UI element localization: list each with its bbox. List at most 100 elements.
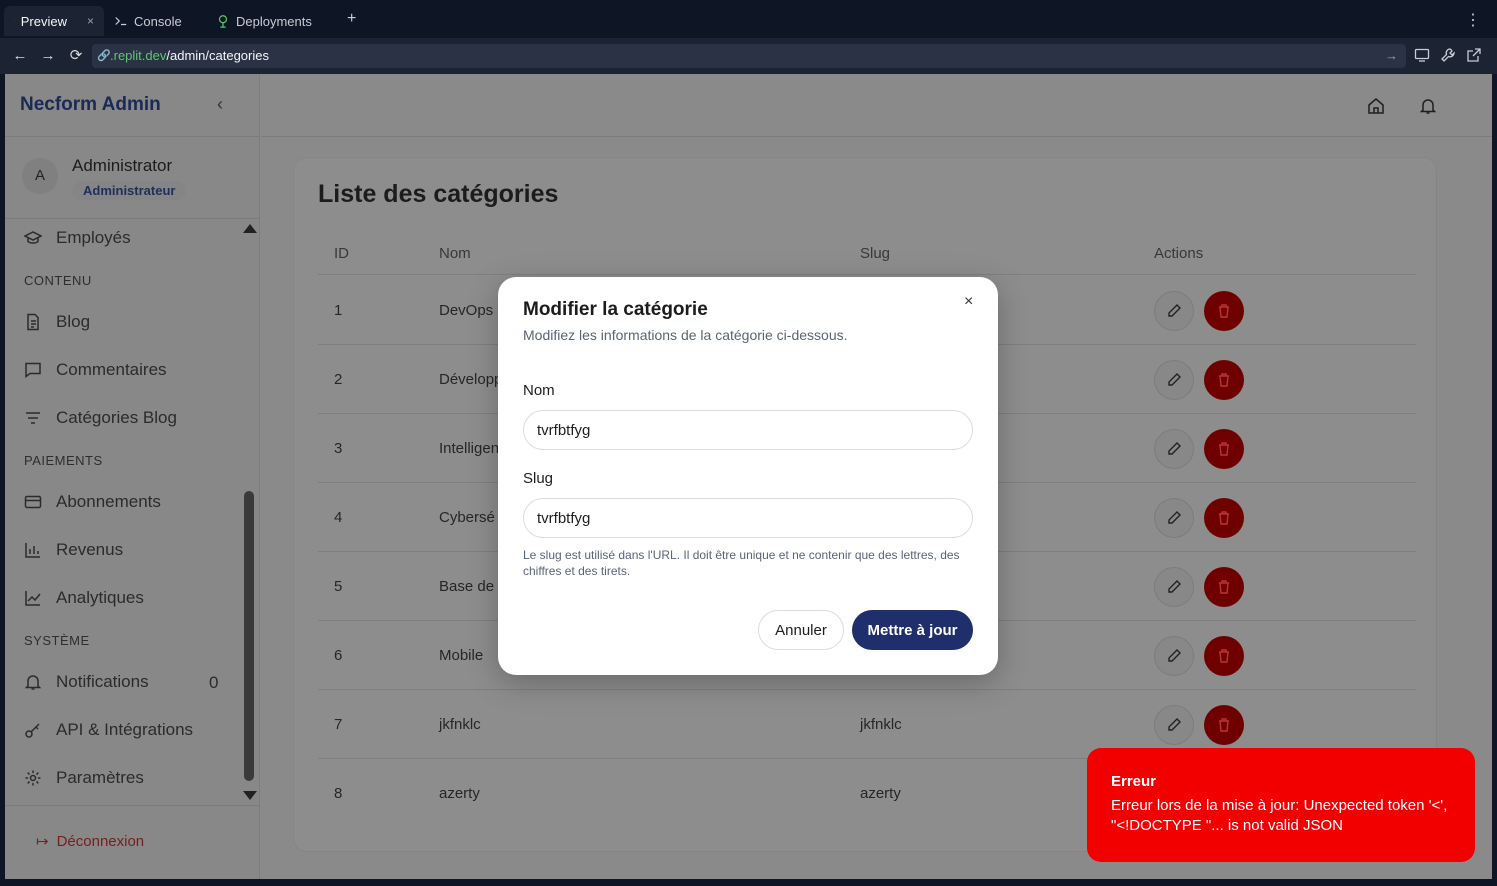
- back-icon[interactable]: ←: [11, 47, 29, 65]
- sidebar-item-label: Commentaires: [56, 360, 167, 379]
- sidebar-item-analytiques[interactable]: Analytiques: [24, 588, 144, 608]
- trash-icon: [1219, 649, 1229, 663]
- tab-label: Deployments: [236, 13, 312, 29]
- toast-message: Erreur lors de la mise à jour: Unexpecte…: [1111, 797, 1448, 834]
- delete-button[interactable]: [1204, 291, 1244, 331]
- sidebar-item-employes[interactable]: Employés: [24, 228, 131, 248]
- error-toast: Erreur Erreur lors de la mise à jour: Un…: [1087, 748, 1475, 862]
- tab-preview[interactable]: Preview ×: [4, 6, 104, 36]
- pencil-icon: [1168, 304, 1181, 317]
- edit-button[interactable]: [1154, 291, 1194, 331]
- sidebar-item-abonnements[interactable]: Abonnements: [24, 492, 161, 512]
- url-field[interactable]: 🔗 .replit.dev/admin/categories →: [92, 44, 1406, 68]
- browser-tab-bar: Preview × Console Deployments + ⋮: [0, 0, 1497, 38]
- bell-icon: [24, 675, 42, 690]
- deploy-icon: [218, 15, 228, 28]
- sidebar-scrollbar-thumb[interactable]: [244, 491, 254, 781]
- cell-id: 5: [334, 578, 343, 595]
- edit-button[interactable]: [1154, 429, 1194, 469]
- close-icon[interactable]: ×: [87, 14, 94, 28]
- sidebar-item-api-integrations[interactable]: API & Intégrations: [24, 720, 193, 740]
- table-header: ID Nom Slug Actions: [318, 228, 1416, 275]
- sidebar-item-label: Notifications: [56, 672, 149, 691]
- bar-chart-icon: [25, 543, 40, 558]
- sidebar-item-label: Abonnements: [56, 492, 161, 511]
- delete-button[interactable]: [1204, 567, 1244, 607]
- forward-icon[interactable]: →: [39, 47, 57, 65]
- bell-icon[interactable]: [1419, 97, 1437, 115]
- pencil-icon: [1168, 580, 1181, 593]
- update-button[interactable]: Mettre à jour: [852, 610, 973, 650]
- pencil-icon: [1168, 649, 1181, 662]
- user-name: Administrator: [72, 156, 173, 175]
- scroll-up-arrow[interactable]: [243, 224, 257, 233]
- logout-button[interactable]: ↦ Déconnexion: [36, 832, 144, 851]
- reload-icon[interactable]: ⟳: [67, 47, 85, 65]
- delete-button[interactable]: [1204, 498, 1244, 538]
- trash-icon: [1219, 580, 1229, 594]
- pencil-icon: [1168, 718, 1181, 731]
- home-icon[interactable]: [1367, 97, 1385, 115]
- sidebar-item-label: Employés: [56, 228, 131, 247]
- sidebar-item-commentaires[interactable]: Commentaires: [24, 360, 167, 380]
- cell-id: 8: [334, 785, 343, 802]
- toast-title: Erreur: [1111, 773, 1157, 790]
- sidebar-item-notifications[interactable]: Notifications: [24, 672, 149, 692]
- sidebar-item-revenus[interactable]: Revenus: [24, 540, 123, 560]
- comment-icon: [25, 362, 41, 378]
- brand-title: Necform Admin: [20, 94, 161, 115]
- tab-console[interactable]: Console: [104, 6, 192, 36]
- column-header-nom: Nom: [439, 245, 471, 262]
- dialog-subtitle: Modifiez les informations de la catégori…: [523, 327, 848, 343]
- notifications-count: 0: [209, 673, 219, 692]
- card-icon: [24, 495, 42, 509]
- delete-button[interactable]: [1204, 429, 1244, 469]
- edit-button[interactable]: [1154, 360, 1194, 400]
- sidebar-item-blog[interactable]: Blog: [24, 312, 90, 332]
- cell-slug: jkfnklc: [860, 716, 902, 733]
- cell-name: Développ: [439, 371, 503, 388]
- cell-name: Mobile: [439, 647, 484, 664]
- column-header-actions: Actions: [1154, 245, 1204, 262]
- sidebar-item-label: Analytiques: [56, 588, 144, 607]
- address-bar: ← → ⟳ 🔗 .replit.dev/admin/categories →: [0, 38, 1497, 74]
- delete-button[interactable]: [1204, 636, 1244, 676]
- external-link-icon[interactable]: [1466, 47, 1482, 63]
- url-domain: .replit.dev: [110, 48, 167, 63]
- more-menu-icon[interactable]: ⋮: [1465, 10, 1481, 30]
- delete-button[interactable]: [1204, 360, 1244, 400]
- tab-label: Preview: [20, 13, 67, 29]
- sidebar: Necform Admin ‹ A Administrator Administ…: [5, 74, 260, 879]
- sidebar-item-categories-blog[interactable]: Catégories Blog: [24, 408, 177, 428]
- cancel-button[interactable]: Annuler: [758, 610, 844, 650]
- line-chart-icon: [25, 591, 41, 606]
- edit-button[interactable]: [1154, 705, 1194, 745]
- column-header-id: ID: [334, 245, 349, 262]
- divider: [5, 805, 260, 806]
- go-arrow-icon[interactable]: →: [1385, 44, 1398, 68]
- terminal-icon: [115, 17, 127, 26]
- scroll-down-arrow[interactable]: [243, 791, 257, 800]
- trash-icon: [1219, 442, 1229, 456]
- sidebar-item-label: Paramètres: [56, 768, 144, 787]
- tab-label: Console: [134, 13, 182, 29]
- page-title: Liste des catégories: [318, 180, 559, 208]
- gear-icon: [25, 770, 41, 786]
- devices-icon[interactable]: [1414, 47, 1430, 63]
- edit-button[interactable]: [1154, 567, 1194, 607]
- new-tab-button[interactable]: +: [347, 10, 356, 28]
- tab-deployments[interactable]: Deployments: [206, 6, 322, 36]
- collapse-sidebar-icon[interactable]: ‹: [217, 94, 223, 115]
- sidebar-item-parametres[interactable]: Paramètres: [24, 768, 144, 788]
- wrench-icon[interactable]: [1440, 47, 1456, 63]
- name-field[interactable]: [523, 410, 973, 450]
- column-header-slug: Slug: [860, 245, 891, 262]
- cell-name: Base de: [439, 578, 495, 595]
- trash-icon: [1219, 511, 1229, 525]
- slug-field[interactable]: [523, 498, 973, 538]
- close-icon[interactable]: ×: [964, 293, 973, 311]
- delete-button[interactable]: [1204, 705, 1244, 745]
- cell-id: 6: [334, 647, 343, 664]
- edit-button[interactable]: [1154, 636, 1194, 676]
- edit-button[interactable]: [1154, 498, 1194, 538]
